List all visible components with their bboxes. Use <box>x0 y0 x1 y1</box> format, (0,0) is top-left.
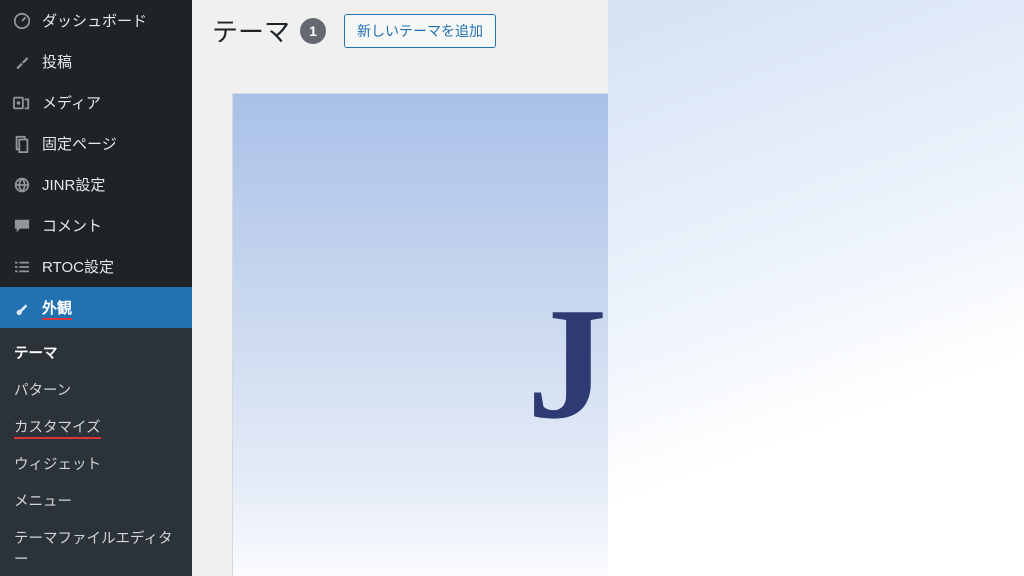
menu-comments[interactable]: コメント <box>0 205 192 246</box>
menu-label: コメント <box>42 215 102 236</box>
menu-label: 投稿 <box>42 51 72 72</box>
dashboard-icon <box>12 11 32 31</box>
theme-preview-letter: J <box>527 271 607 456</box>
globe-icon <box>12 175 32 195</box>
submenu-menus[interactable]: メニュー <box>0 482 192 519</box>
menu-label: 外観 <box>42 297 72 318</box>
submenu-widgets[interactable]: ウィジェット <box>0 445 192 482</box>
main-header: テーマ 1 新しいテーマを追加 <box>192 0 608 53</box>
list-icon <box>12 257 32 277</box>
menu-dashboard[interactable]: ダッシュボード <box>0 0 192 41</box>
menu-label: JINR設定 <box>42 174 105 195</box>
add-theme-button[interactable]: 新しいテーマを追加 <box>344 14 496 48</box>
menu-appearance[interactable]: 外観 <box>0 287 192 328</box>
menu-media[interactable]: メディア <box>0 82 192 123</box>
menu-label: ダッシュボード <box>42 10 147 31</box>
pin-icon <box>12 52 32 72</box>
menu-pages[interactable]: 固定ページ <box>0 123 192 164</box>
theme-preview-card[interactable]: J <box>232 93 608 576</box>
menu-rtoc[interactable]: RTOC設定 <box>0 246 192 287</box>
main-content: テーマ 1 新しいテーマを追加 J 現在のテーマ JIN:R 変更 基本設定 ›… <box>192 0 608 576</box>
submenu-customize[interactable]: カスタマイズ <box>0 408 192 445</box>
theme-count-badge: 1 <box>300 18 326 44</box>
menu-label: RTOC設定 <box>42 256 114 277</box>
preview-background <box>608 0 1024 576</box>
menu-jinr[interactable]: JINR設定 <box>0 164 192 205</box>
comment-icon <box>12 216 32 236</box>
submenu-themes[interactable]: テーマ <box>0 334 192 371</box>
appearance-submenu: テーマ パターン カスタマイズ ウィジェット メニュー テーマファイルエディター <box>0 328 192 576</box>
media-icon <box>12 93 32 113</box>
page-icon <box>12 134 32 154</box>
admin-sidebar: ダッシュボード 投稿 メディア 固定ページ JINR設定 コメント RTOC設定… <box>0 0 192 576</box>
page-title: テーマ 1 <box>212 12 326 49</box>
submenu-patterns[interactable]: パターン <box>0 371 192 408</box>
submenu-editor[interactable]: テーマファイルエディター <box>0 519 192 576</box>
menu-posts[interactable]: 投稿 <box>0 41 192 82</box>
menu-label: メディア <box>42 92 101 113</box>
brush-icon <box>12 298 32 318</box>
menu-label: 固定ページ <box>42 133 117 154</box>
